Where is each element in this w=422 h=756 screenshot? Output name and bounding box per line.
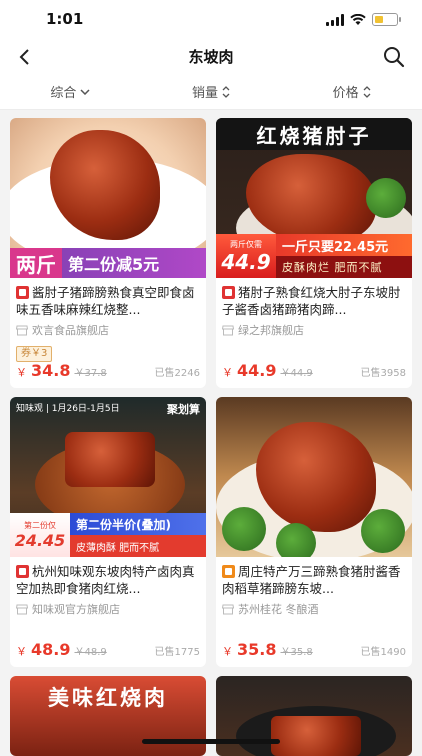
image-head-text: 美味红烧肉 xyxy=(48,686,168,710)
promo-line-2: 皮酥肉烂 肥而不腻 xyxy=(276,256,412,278)
product-title: 杭州知味观东坡肉特产卤肉真空加热即食猪肉红烧... xyxy=(16,564,195,596)
product-image: 美味红烧肉 xyxy=(10,676,206,756)
status-icons xyxy=(326,13,401,26)
product-image: 红烧猪肘子 两斤仅需 44.9 一斤只要22.45元 皮酥肉烂 肥而不腻 xyxy=(216,118,412,278)
price-row: ￥ 34.8 ￥37.8 已售2246 xyxy=(16,361,200,380)
sold-count: 已售2246 xyxy=(154,368,200,379)
store-icon xyxy=(16,325,28,335)
product-image: 知味观 | 1月26日-1月5日 聚划算 第二份仅 24.45 第二份半价(叠加… xyxy=(10,397,206,557)
sort-label: 综合 xyxy=(50,86,77,101)
image-top-badge: 聚划算 xyxy=(167,403,200,416)
chevron-down-icon xyxy=(80,88,90,95)
sort-price[interactable]: 价格 xyxy=(281,74,422,109)
shop-name[interactable]: 苏州桂花 冬酿酒 xyxy=(216,597,412,617)
price-row: ￥ 48.9 ￥48.9 已售1775 xyxy=(16,640,200,659)
sold-count: 已售1775 xyxy=(154,647,200,658)
product-card[interactable]: 两斤 第二份减5元 酱肘子猪蹄膀熟食真空即食卤味五香味麻辣红烧整... 欢言食品… xyxy=(10,118,206,388)
sort-updown-icon xyxy=(222,85,230,98)
sort-bar: 综合 销量 价格 xyxy=(0,74,422,110)
product-image xyxy=(216,676,412,756)
sort-label: 销量 xyxy=(192,86,219,101)
sort-label: 价格 xyxy=(332,86,359,101)
original-price: ￥44.9 xyxy=(280,368,313,379)
product-card[interactable] xyxy=(216,676,412,756)
tmall-icon xyxy=(16,286,29,299)
store-icon xyxy=(16,604,28,614)
product-card[interactable]: 周庄特产万三蹄熟食猪肘酱香肉稻草猪蹄膀东坡... 苏州桂花 冬酿酒 ￥ 35.8 … xyxy=(216,397,412,667)
original-price: ￥48.9 xyxy=(74,647,107,658)
image-banner: 两斤 第二份减5元 xyxy=(10,248,206,278)
promo-price-badge: 第二份仅 24.45 xyxy=(10,513,70,557)
product-image xyxy=(216,397,412,557)
original-price: ￥35.8 xyxy=(280,647,313,658)
price: 48.9 xyxy=(31,640,71,659)
home-indicator xyxy=(142,739,280,744)
wifi-icon xyxy=(350,13,366,25)
store-icon xyxy=(222,604,234,614)
product-title: 周庄特产万三蹄熟食猪肘酱香肉稻草猪蹄膀东坡... xyxy=(222,564,401,596)
search-icon xyxy=(384,47,405,68)
product-card[interactable]: 红烧猪肘子 两斤仅需 44.9 一斤只要22.45元 皮酥肉烂 肥而不腻 猪肘子… xyxy=(216,118,412,388)
price: 44.9 xyxy=(237,361,277,380)
sort-sales[interactable]: 销量 xyxy=(141,74,282,109)
promo-line-2: 皮薄肉酥 肥而不腻 xyxy=(70,535,206,557)
sold-count: 已售1490 xyxy=(360,647,406,658)
promo-price-badge: 两斤仅需 44.9 xyxy=(216,234,276,278)
taobao-icon xyxy=(222,565,235,578)
product-title: 酱肘子猪蹄膀熟食真空即食卤味五香味麻辣红烧整... xyxy=(16,285,195,317)
search-button[interactable] xyxy=(382,45,406,69)
tmall-icon xyxy=(16,565,29,578)
battery-icon xyxy=(372,13,401,26)
product-card[interactable]: 美味红烧肉 xyxy=(10,676,206,756)
shop-name[interactable]: 欢言食品旗舰店 xyxy=(10,318,206,338)
sort-comprehensive[interactable]: 综合 xyxy=(0,74,141,109)
currency: ￥ xyxy=(222,645,233,658)
signal-icon xyxy=(326,13,344,26)
currency: ￥ xyxy=(16,366,27,379)
price: 34.8 xyxy=(31,361,71,380)
product-title: 猪肘子熟食红烧大肘子东坡肘子酱香卤猪蹄猪肉蹄... xyxy=(222,285,401,317)
page-title: 东坡肉 xyxy=(188,48,234,66)
image-head-text: 红烧猪肘子 xyxy=(216,118,412,150)
sold-count: 已售3958 xyxy=(360,368,406,379)
promo-line-1: 第二份半价(叠加) xyxy=(70,513,206,535)
product-card[interactable]: 知味观 | 1月26日-1月5日 聚划算 第二份仅 24.45 第二份半价(叠加… xyxy=(10,397,206,667)
currency: ￥ xyxy=(16,645,27,658)
tmall-icon xyxy=(222,286,235,299)
nav-bar: 东坡肉 xyxy=(0,40,422,74)
shop-name[interactable]: 绿之邦旗舰店 xyxy=(216,318,412,338)
store-icon xyxy=(222,325,234,335)
status-time: 1:01 xyxy=(46,10,84,28)
image-text-big: 两斤 xyxy=(10,248,62,278)
sort-updown-icon xyxy=(363,85,371,98)
price: 35.8 xyxy=(237,640,277,659)
image-text-banner: 第二份减5元 xyxy=(68,255,160,274)
image-top-logo: 知味观 | 1月26日-1月5日 xyxy=(16,404,120,414)
shop-name[interactable]: 知味观官方旗舰店 xyxy=(10,597,206,617)
price-row: ￥ 44.9 ￥44.9 已售3958 xyxy=(222,361,406,380)
currency: ￥ xyxy=(222,366,233,379)
product-image: 两斤 第二份减5元 xyxy=(10,118,206,278)
price-row: ￥ 35.8 ￥35.8 已售1490 xyxy=(222,640,406,659)
coupon-badge: 券￥3 xyxy=(16,346,53,362)
status-bar: 1:01 xyxy=(0,0,422,40)
original-price: ￥37.8 xyxy=(74,368,107,379)
promo-line-1: 一斤只要22.45元 xyxy=(276,234,412,256)
